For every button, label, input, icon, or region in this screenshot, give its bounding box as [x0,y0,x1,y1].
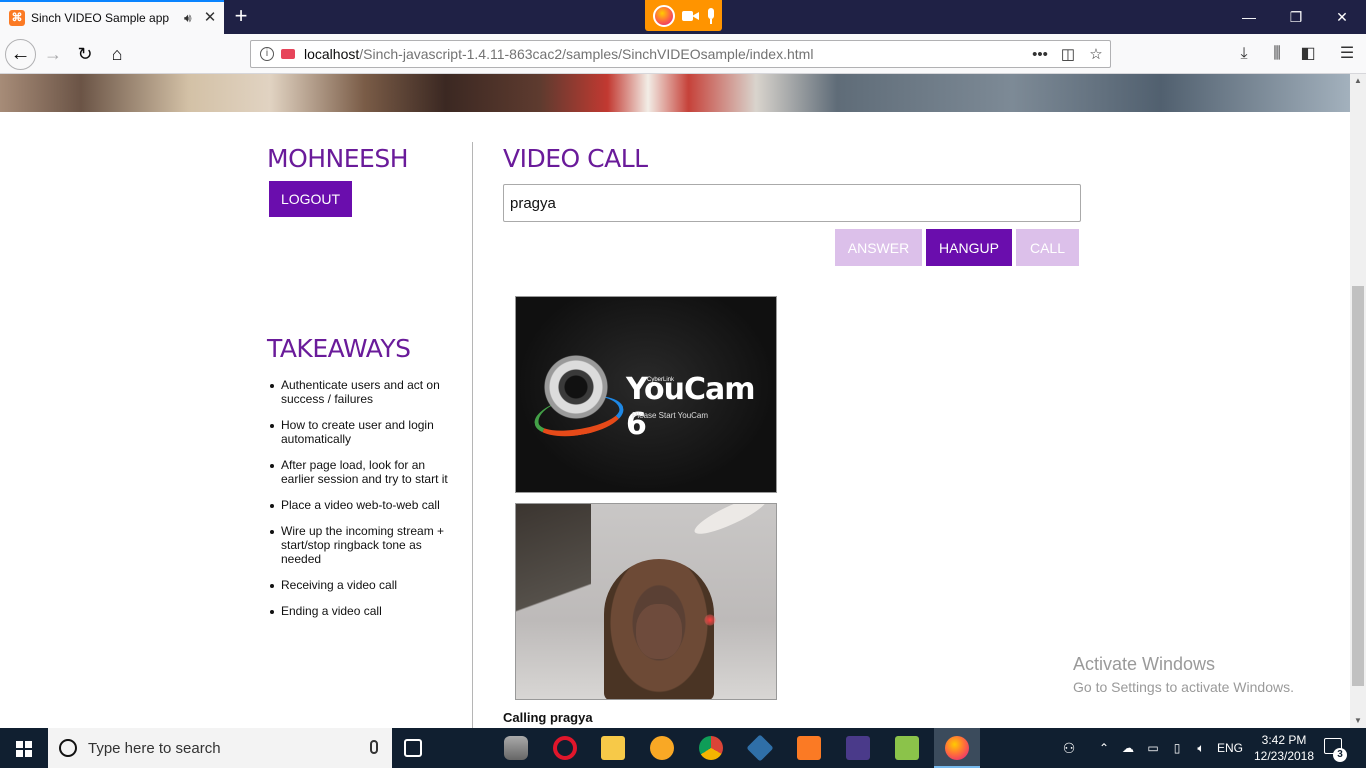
youcam-lens-icon [544,355,608,419]
scroll-down-arrow-icon[interactable]: ▼ [1350,714,1366,728]
virtualbox-icon[interactable] [746,734,774,762]
local-video [515,503,777,700]
tab-title: Sinch VIDEO Sample app [31,11,170,25]
takeaways-list: Authenticate users and act on success / … [270,378,450,630]
page-viewport: MOHNEESH LOGOUT TAKEAWAYS Authenticate u… [0,74,1350,728]
home-button[interactable]: ⌂ [102,39,132,69]
site-info-icon[interactable]: i [260,47,274,61]
youcam-title: YouCam 6 [626,372,755,442]
notepad-icon[interactable] [895,736,919,760]
video-call-heading: VIDEO CALL [503,144,648,173]
sidebar-icon[interactable]: ◧ [1293,40,1323,68]
cortana-icon [59,739,77,757]
show-hidden-icons-icon[interactable]: ⌃ [1096,728,1112,768]
list-item: Authenticate users and act on success / … [270,378,450,406]
list-item: Wire up the incoming stream + start/stop… [270,524,450,566]
taskbar-firefox-active[interactable] [934,728,980,768]
page-actions-icon[interactable]: ••• [1026,46,1054,63]
red-light [704,614,716,626]
onedrive-icon[interactable]: ☁ [1117,728,1139,768]
restore-button[interactable]: ❐ [1273,0,1319,34]
url-text[interactable]: localhost/Sinch-javascript-1.4.11-863cac… [304,46,813,62]
taskbar-search[interactable]: Type here to search [48,728,392,768]
language-indicator[interactable]: ENG [1214,728,1246,768]
windows-logo-icon [16,741,23,748]
clock[interactable]: 3:42 PM 12/23/2018 [1244,732,1324,764]
callee-input[interactable] [503,184,1081,222]
answer-button[interactable]: ANSWER [835,229,922,266]
opera-icon[interactable] [553,736,577,760]
call-status: Calling pragya [503,710,593,725]
windows-taskbar: Type here to search ⚇ ⌃ ☁ ▭ ▯ 🔈︎ ENG 3:4… [0,728,1366,768]
youcam-subtitle: Please Start YouCam [632,411,709,420]
chrome-icon[interactable] [699,736,723,760]
clock-time: 3:42 PM [1261,733,1307,747]
list-item: How to create user and login automatical… [270,418,450,446]
pocket-icon[interactable]: ◫ [1054,45,1082,63]
remote-video: CyberLink YouCam 6 Please Start YouCam [515,296,777,493]
file-explorer-icon[interactable] [601,736,625,760]
close-tab-icon[interactable]: ✕ [203,10,217,25]
url-bar[interactable]: i localhost/Sinch-javascript-1.4.11-863c… [250,40,1111,68]
clock-date: 12/23/2018 [1253,749,1315,763]
database-app-icon[interactable] [504,736,528,760]
scroll-thumb[interactable] [1352,286,1364,686]
microphone-icon[interactable] [370,740,378,754]
new-tab-button[interactable]: + [228,4,254,30]
people-icon[interactable]: ⚇ [1058,728,1080,768]
microphone-sharing-icon [707,7,715,24]
vertical-scrollbar[interactable]: ▲ ▼ [1350,74,1366,728]
user-panel: MOHNEESH LOGOUT TAKEAWAYS Authenticate u… [267,144,457,618]
call-button[interactable]: CALL [1016,229,1079,266]
video-call-panel: VIDEO CALL ANSWER HANGUP CALL CyberLink … [503,144,1083,725]
library-icon[interactable]: ⫼ [1262,40,1292,68]
activate-windows-watermark: Activate Windows Go to Settings to activ… [1073,654,1294,695]
download-icon[interactable]: ⤓ [1229,40,1259,68]
firefox-taskbar-icon [945,736,969,760]
camera-permission-icon[interactable] [281,49,295,59]
list-item: Ending a video call [270,604,450,618]
column-divider [472,142,473,728]
list-item: Receiving a video call [270,578,450,592]
brave-icon[interactable] [650,736,674,760]
notification-count-badge: 3 [1333,748,1347,762]
firefox-icon [652,4,675,27]
xampp-icon[interactable] [797,736,821,760]
username-heading: MOHNEESH [267,144,409,173]
bookmark-star-icon[interactable]: ☆ [1082,45,1110,63]
close-window-button[interactable]: ✕ [1319,0,1365,34]
game-app-icon[interactable] [846,736,870,760]
watermark-subtitle: Go to Settings to activate Windows. [1073,679,1294,695]
forward-button[interactable]: → [38,39,68,69]
volume-icon[interactable]: 🔈︎ [1190,728,1212,768]
battery-icon[interactable]: ▯ [1166,728,1188,768]
task-view-icon[interactable] [404,739,422,757]
url-path: /Sinch-javascript-1.4.11-863cac2/samples… [359,46,814,62]
minimize-button[interactable]: — [1226,0,1272,34]
url-actions: ••• ◫ ☆ [1026,41,1110,67]
reload-button[interactable]: ↻ [70,39,100,69]
url-host: localhost [304,46,360,62]
takeaways-heading: TAKEAWAYS [267,334,411,363]
xampp-favicon-icon: ⌘ [9,10,25,26]
menu-icon[interactable]: ☰ [1332,40,1362,68]
back-button[interactable]: ← [5,39,36,70]
list-item: Place a video web-to-web call [270,498,450,512]
scroll-up-arrow-icon[interactable]: ▲ [1350,74,1366,88]
logout-button[interactable]: LOGOUT [269,181,352,217]
person-face [636,604,682,659]
list-item: After page load, look for an earlier ses… [270,458,450,486]
watermark-title: Activate Windows [1073,654,1216,674]
speaker-icon[interactable]: 🔊︎ [184,11,198,25]
camera-sharing-icon [681,10,700,22]
browser-tab[interactable]: ⌘ Sinch VIDEO Sample app 🔊︎ ✕ [0,0,224,34]
start-button[interactable] [0,728,48,768]
network-icon[interactable]: ▭ [1142,728,1164,768]
hangup-button[interactable]: HANGUP [926,229,1012,266]
camera-foreground-object [516,504,591,654]
tab-strip: ⌘ Sinch VIDEO Sample app 🔊︎ ✕ + — ❐ ✕ [0,0,1366,34]
search-placeholder: Type here to search [88,739,221,757]
header-banner-image [0,74,1350,112]
sharing-indicator[interactable] [645,0,722,31]
